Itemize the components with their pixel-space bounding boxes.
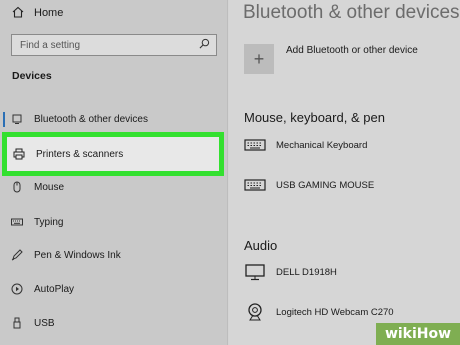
bluetooth-icon <box>11 113 23 125</box>
search-input[interactable]: Find a setting <box>11 34 217 56</box>
webcam-icon <box>244 303 266 321</box>
sidebar-item-pen[interactable]: Pen & Windows Ink <box>0 244 222 266</box>
sidebar-item-printers[interactable]: Printers & scanners <box>2 132 224 176</box>
device-item[interactable]: USB GAMING MOUSE <box>244 176 374 194</box>
search-icon <box>199 36 210 54</box>
device-item[interactable]: DELL D1918H <box>244 263 337 281</box>
sidebar-item-label: Mouse <box>34 181 65 193</box>
home-label: Home <box>34 7 64 19</box>
device-item[interactable]: Mechanical Keyboard <box>244 136 367 154</box>
selection-indicator <box>3 112 5 127</box>
sidebar-item-label: USB <box>34 317 55 329</box>
wikihow-watermark: wikiHow <box>376 323 460 345</box>
keyboard-icon <box>11 216 23 228</box>
sidebar: Home Find a setting Devices Bluetooth & … <box>0 0 228 345</box>
plus-icon: + <box>244 44 274 74</box>
sidebar-item-autoplay[interactable]: AutoPlay <box>0 278 222 300</box>
section-title: Devices <box>12 70 52 82</box>
sidebar-item-label: Typing <box>34 216 64 228</box>
device-item[interactable]: Logitech HD Webcam C270 <box>244 303 394 321</box>
home-icon <box>12 6 24 21</box>
device-name: USB GAMING MOUSE <box>276 179 375 191</box>
usb-icon <box>11 317 23 329</box>
keyboard-icon <box>244 136 266 154</box>
keyboard-icon <box>244 176 266 194</box>
sidebar-item-usb[interactable]: USB <box>0 312 222 334</box>
group-title-input-devices: Mouse, keyboard, & pen <box>244 110 385 125</box>
page-title: Bluetooth & other devices <box>243 2 460 23</box>
sidebar-item-label: Printers & scanners <box>36 148 124 160</box>
pen-icon <box>11 249 23 261</box>
autoplay-icon <box>11 283 23 295</box>
sidebar-item-mouse[interactable]: Mouse <box>0 176 222 198</box>
sidebar-item-label: Pen & Windows Ink <box>34 249 121 261</box>
add-device-label: Add Bluetooth or other device <box>286 45 418 56</box>
printer-icon <box>13 148 25 160</box>
main-content: Bluetooth & other devices + Add Bluetoot… <box>229 0 460 345</box>
sidebar-item-typing[interactable]: Typing <box>0 211 222 233</box>
sidebar-item-label: AutoPlay <box>34 283 75 295</box>
sidebar-item-bluetooth[interactable]: Bluetooth & other devices <box>0 108 222 130</box>
mouse-icon <box>11 181 23 193</box>
device-name: Mechanical Keyboard <box>276 139 368 151</box>
monitor-icon <box>244 263 266 281</box>
home-link[interactable]: Home <box>12 4 63 22</box>
add-device-button[interactable]: + Add Bluetooth or other device <box>244 44 418 74</box>
search-placeholder: Find a setting <box>20 39 81 51</box>
group-title-audio: Audio <box>244 238 278 253</box>
sidebar-item-label: Bluetooth & other devices <box>34 113 148 125</box>
device-name: Logitech HD Webcam C270 <box>276 306 394 318</box>
device-name: DELL D1918H <box>276 266 337 278</box>
